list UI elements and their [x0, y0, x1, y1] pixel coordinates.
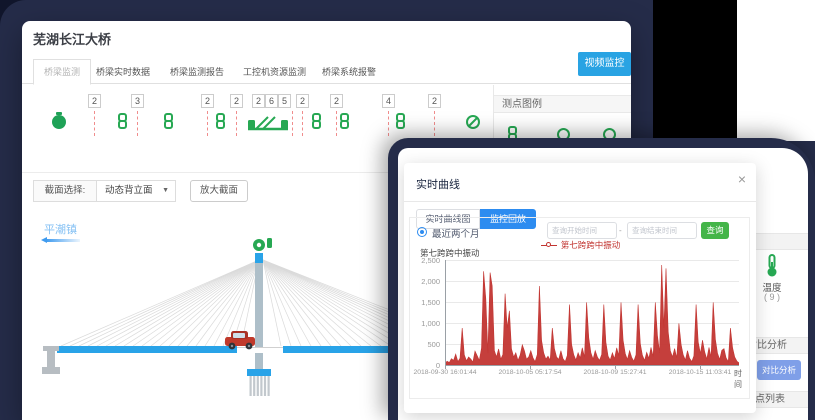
deck-left: [57, 346, 237, 353]
chain-sensor-icon[interactable]: [396, 113, 405, 130]
chain-sensor-icon[interactable]: [216, 113, 225, 130]
pylon: [255, 263, 263, 347]
x-tick-label: 2018-10-15 11:03:41: [660, 369, 740, 376]
pylon-top: [255, 253, 263, 263]
temperature-count: ( 9 ): [756, 292, 788, 302]
abutment-cap: [43, 346, 59, 351]
legend-label: 第七跨跨中振动: [561, 239, 621, 251]
y-tick-label: 1,500: [412, 298, 440, 307]
chain-sensor-icon[interactable]: [340, 113, 349, 130]
abutment-foot: [42, 367, 60, 374]
x-tick-label: 2018-09-30 16:01:44: [405, 369, 485, 376]
pile-group: [250, 376, 270, 396]
front-window-page: 测点图例 温度 ( 9 ) 对比分析 对比分析 测点列表 实时曲线 × 实时曲线…: [398, 148, 808, 420]
modal-divider: [404, 201, 756, 202]
section-select-dropdown[interactable]: 动态背立面 ▼: [96, 180, 176, 202]
black-region: [653, 0, 737, 140]
y-tick-label: 2,000: [412, 277, 440, 286]
sensor-count-badge: 2: [428, 94, 441, 108]
red-dash-marker: [434, 111, 435, 136]
sensor-count-badge: 3: [131, 94, 144, 108]
pylon-flag-icon: [267, 238, 272, 248]
pier-cap: [247, 369, 271, 376]
timer-sensor-icon[interactable]: [52, 115, 66, 129]
tab-bridge-monitor[interactable]: 桥梁监测: [33, 59, 91, 85]
y-tick-label: 2,500: [412, 256, 440, 265]
red-dash-marker: [137, 111, 138, 136]
vibration-chart: [445, 260, 739, 372]
abutment-stem: [47, 351, 55, 367]
legend-panel-header: 测点图例: [494, 95, 631, 113]
red-dash-marker: [302, 111, 303, 136]
sensor-count-badge: 4: [382, 94, 395, 108]
tab-monitor-report[interactable]: 桥梁监测报告: [170, 65, 224, 78]
page-background: 芜湖长江大桥 桥梁监测 桥梁实时数据 桥梁监测报告 工控机资源监测 桥梁系统报警…: [0, 0, 815, 420]
red-dash-marker: [388, 111, 389, 136]
start-time-input[interactable]: [547, 222, 617, 239]
red-dash-marker: [207, 111, 208, 136]
modal-title: 实时曲线: [416, 176, 460, 192]
enlarge-section-button[interactable]: 放大截面: [190, 180, 248, 202]
section-select-label: 截面选择:: [33, 180, 97, 202]
red-dash-marker: [236, 111, 237, 136]
car-icon: [225, 331, 255, 349]
tab-system-alarm[interactable]: 桥梁系统报警: [322, 65, 376, 78]
front-window-frame: 测点图例 温度 ( 9 ) 对比分析 对比分析 测点列表 实时曲线 × 实时曲线…: [388, 138, 815, 420]
y-tick-label: 500: [412, 340, 440, 349]
chart-panel: 最近两个月 - 查询 第七跨跨中振动 第七跨跨中振动 2,5002,0001,5…: [409, 217, 750, 399]
query-button[interactable]: 查询: [701, 222, 729, 239]
legend-marker-icon: [541, 242, 557, 249]
sensor-count-badge: 2: [330, 94, 343, 108]
recent-two-months-label: 最近两个月: [432, 226, 480, 240]
tab-realtime-data[interactable]: 桥梁实时数据: [96, 65, 150, 78]
recent-two-months-radio[interactable]: [417, 227, 427, 237]
red-dash-marker: [94, 111, 95, 136]
x-tick-label: 2018-10-05 05:17:54: [490, 369, 570, 376]
realtime-curve-modal: 实时曲线 × 实时曲线图 监控回放 最近两个月 - 查询 第七跨跨中振动: [404, 163, 756, 413]
end-time-input[interactable]: [627, 222, 697, 239]
sensor-count-badge: 2: [252, 94, 265, 108]
pylon-lower: [255, 353, 263, 369]
sensor-count-badge: 2: [230, 94, 243, 108]
video-monitor-button[interactable]: 视频监控: [578, 52, 631, 76]
left-arrow-icon: [38, 237, 82, 243]
sensor-count-badge: 2: [201, 94, 214, 108]
thermometer-icon[interactable]: [764, 254, 780, 278]
sensor-count-badge: 2: [296, 94, 309, 108]
close-icon[interactable]: ×: [738, 172, 746, 186]
chain-sensor-icon[interactable]: [118, 113, 127, 130]
x-axis-name: 时间: [734, 368, 749, 390]
page-title: 芜湖长江大桥: [33, 29, 111, 48]
tab-ipc-resource[interactable]: 工控机资源监测: [243, 65, 306, 78]
sensor-count-badge: 2: [88, 94, 101, 108]
bridge-sensor-icon[interactable]: [246, 110, 290, 134]
cable-fan: [61, 260, 393, 346]
chain-sensor-icon[interactable]: [164, 113, 173, 130]
section-select-value: 动态背立面: [105, 185, 153, 196]
caret-down-icon: ▼: [162, 181, 169, 201]
background-panel: [737, 0, 815, 141]
town-label: 平潮镇: [44, 221, 77, 237]
x-tick-label: 2018-10-09 15:27:41: [575, 369, 655, 376]
y-tick-label: 1,000: [412, 319, 440, 328]
sensor-count-badge: 6: [265, 94, 278, 108]
sensor-count-badge: 5: [278, 94, 291, 108]
red-dash-marker: [336, 111, 337, 136]
compare-analysis-button[interactable]: 对比分析: [757, 360, 801, 380]
range-separator: -: [619, 226, 622, 235]
red-dash-marker: [292, 111, 293, 136]
deck-right: [283, 346, 389, 353]
bridge-schematic: [33, 215, 393, 415]
ban-sensor-icon[interactable]: [466, 115, 480, 129]
chain-sensor-icon[interactable]: [312, 113, 321, 130]
